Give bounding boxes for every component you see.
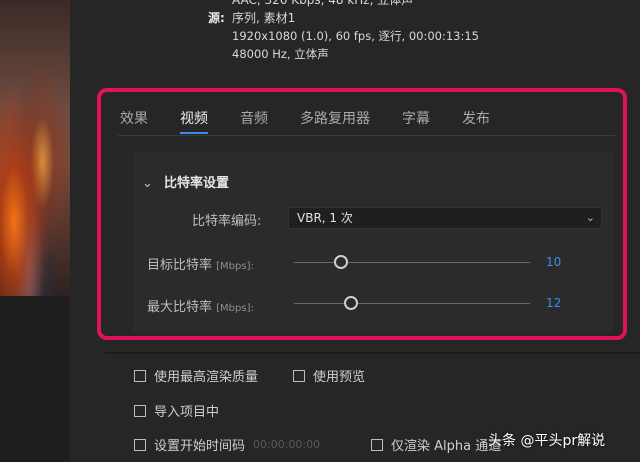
summary-source-label: 源: <box>208 11 225 25</box>
summary-audio-line: AAC, 320 Kbps, 48 kHz, 立体声 <box>232 0 414 7</box>
summary-source-value: 序列, 素材1 <box>232 11 296 25</box>
max-quality-checkbox[interactable] <box>134 369 146 382</box>
import-project-checkbox[interactable] <box>134 404 146 417</box>
use-preview-checkbox[interactable] <box>293 369 305 382</box>
import-project-label: 导入项目中 <box>154 405 220 420</box>
summary-source-row: 源: 序列, 素材1 <box>208 9 479 27</box>
render-alpha-option[interactable]: 仅渲染 Alpha 通道 <box>371 435 501 454</box>
render-alpha-checkbox[interactable] <box>371 438 383 451</box>
video-preview <box>0 0 70 296</box>
render-alpha-label: 仅渲染 Alpha 通道 <box>391 439 502 454</box>
use-preview-option[interactable]: 使用预览 <box>293 366 365 385</box>
use-preview-label: 使用预览 <box>313 370 366 385</box>
export-summary: AAC, 320 Kbps, 48 kHz, 立体声 源: 序列, 素材1 19… <box>208 0 479 63</box>
summary-video-info: 1920x1080 (1.0), 60 fps, 逐行, 00:00:13:15 <box>232 29 479 43</box>
set-start-timecode-label: 设置开始时间码 <box>154 439 246 454</box>
highlight-frame <box>97 88 627 340</box>
max-quality-label: 使用最高渲染质量 <box>154 370 259 385</box>
options-divider <box>105 352 640 354</box>
import-project-option[interactable]: 导入项目中 <box>134 401 219 420</box>
summary-audio-info: 48000 Hz, 立体声 <box>232 47 329 61</box>
set-start-timecode-checkbox[interactable] <box>134 438 146 451</box>
max-quality-option[interactable]: 使用最高渲染质量 <box>134 366 258 385</box>
start-timecode-field[interactable]: 00:00:00:00 <box>253 438 320 451</box>
set-start-timecode-option[interactable]: 设置开始时间码 00:00:00:00 <box>134 435 320 454</box>
preview-background <box>0 296 70 462</box>
watermark: 头条 @平头pr解说 <box>488 433 606 449</box>
